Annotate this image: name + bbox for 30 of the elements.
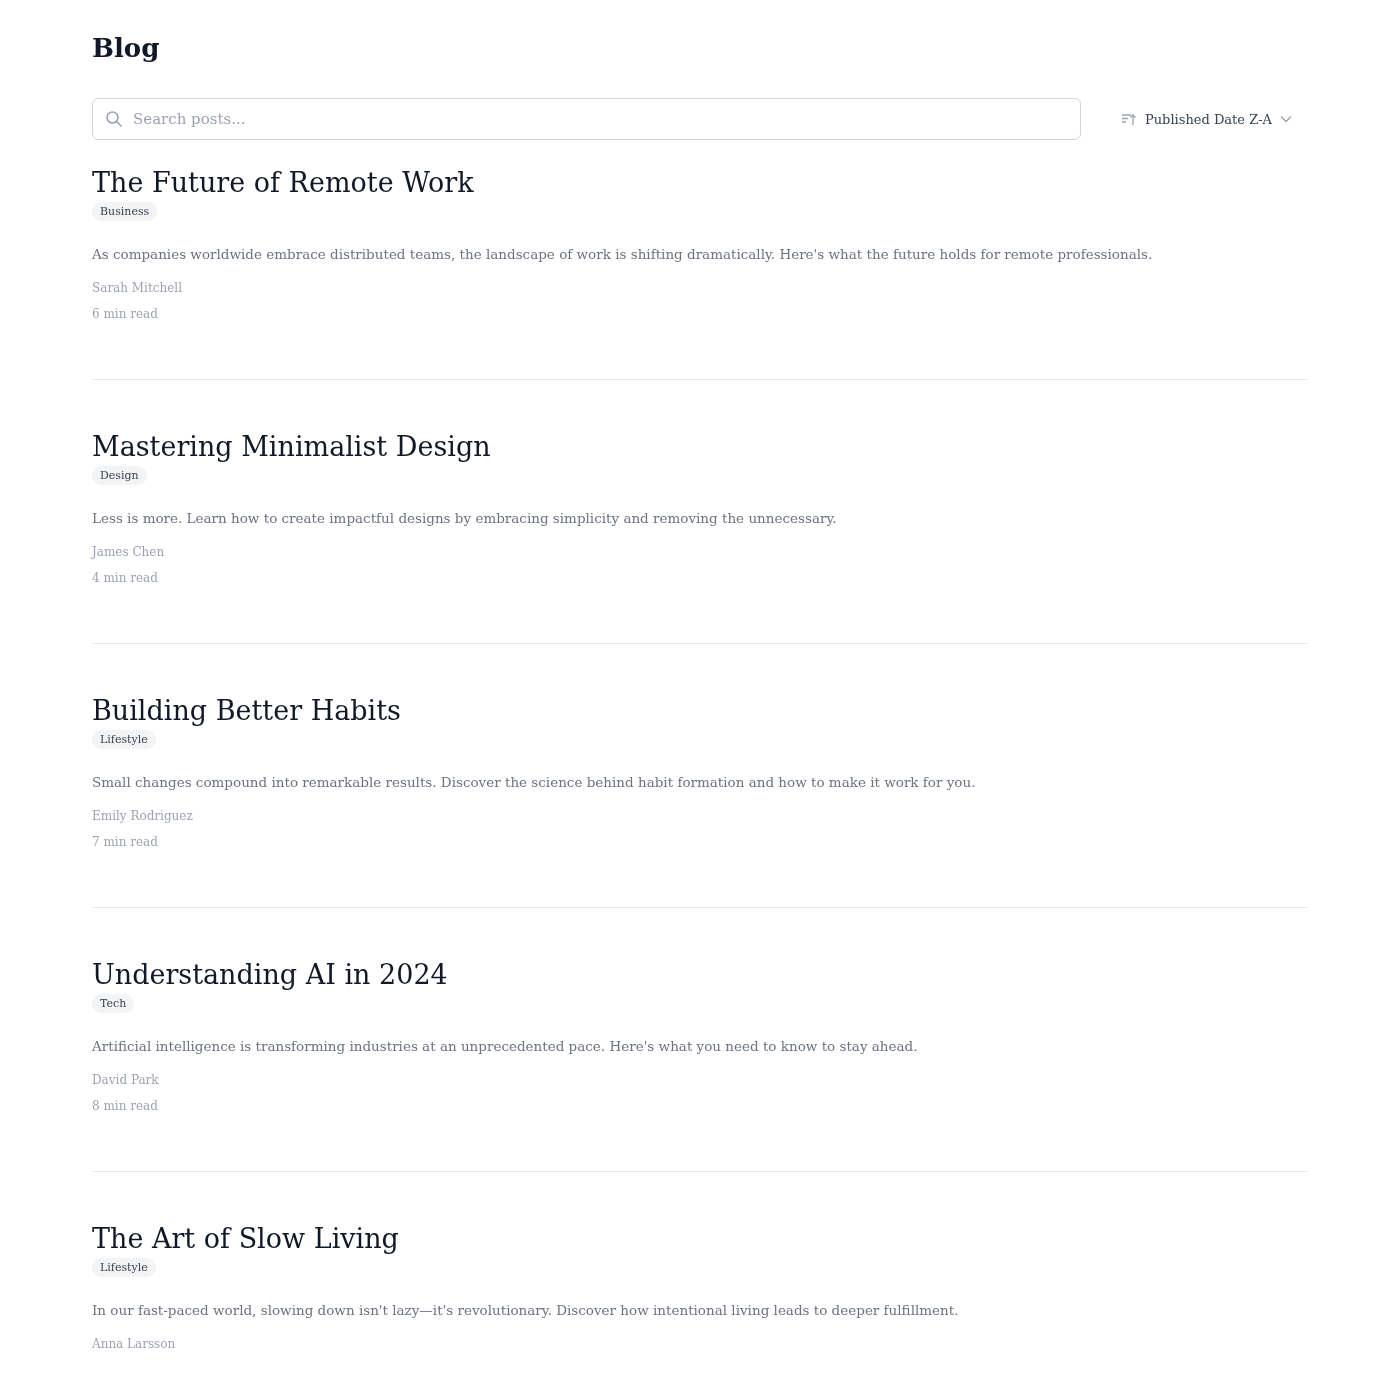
- category-tag: Lifestyle: [92, 730, 156, 749]
- post-author: James Chen: [92, 545, 165, 559]
- post-title[interactable]: The Future of Remote Work: [92, 166, 474, 200]
- category-tag: Design: [92, 466, 147, 485]
- read-time: 8 min read: [92, 1099, 158, 1113]
- read-time: 7 min read: [92, 835, 158, 849]
- post-author: Anna Larsson: [92, 1337, 176, 1351]
- post-excerpt: As companies worldwide embrace distributed teams, the landscape of work is shifting dramatically. Here's what the future holds for remote professionals.: [92, 245, 1153, 264]
- post-excerpt: In our fast-paced world, slowing down isn't lazy—it's revolutionary. Discover how intentional living leads to deeper fulfillment.: [92, 1301, 959, 1320]
- category-tag: Tech: [92, 994, 135, 1013]
- page-title: Blog: [92, 32, 160, 65]
- post-author: Sarah Mitchell: [92, 281, 182, 295]
- post-author: David Park: [92, 1073, 159, 1087]
- post-title[interactable]: The Art of Slow Living: [92, 1222, 399, 1256]
- post-excerpt: Artificial intelligence is transforming industries at an unprecedented pace. Here's what you need to know to stay ahead.: [92, 1037, 918, 1056]
- post-title[interactable]: Understanding AI in 2024: [92, 958, 448, 992]
- search-field[interactable]: Search posts...: [92, 98, 1081, 140]
- post-title[interactable]: Mastering Minimalist Design: [92, 430, 491, 464]
- category-tag: Business: [92, 202, 158, 221]
- read-time: 4 min read: [92, 571, 158, 585]
- post-excerpt: Small changes compound into remarkable results. Discover the science behind habit formation and how to make it work for you.: [92, 773, 976, 792]
- category-tag: Lifestyle: [92, 1258, 156, 1277]
- post-title[interactable]: Building Better Habits: [92, 694, 401, 728]
- read-time: 6 min read: [92, 307, 158, 321]
- search-icon: [105, 110, 123, 128]
- caret-icon: [1280, 115, 1292, 123]
- sort-icon: [1121, 112, 1137, 126]
- post-excerpt: Less is more. Learn how to create impactful designs by embracing simplicity and removing the unnecessary.: [92, 509, 837, 528]
- post-author: Emily Rodriguez: [92, 809, 193, 823]
- sort-dropdown[interactable]: Published Date Z-A: [1105, 99, 1308, 139]
